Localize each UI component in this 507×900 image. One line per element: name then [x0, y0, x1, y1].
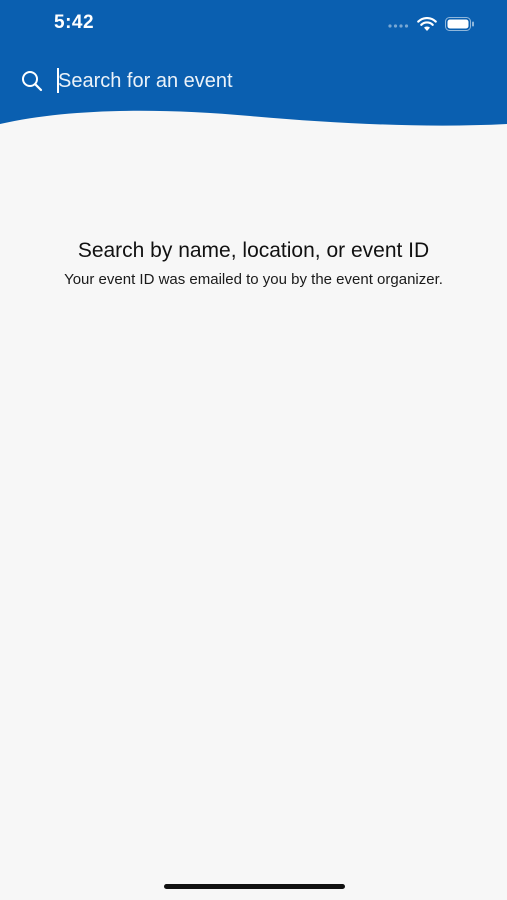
status-icons: [387, 14, 475, 34]
screen: 5:42 Search for an event Search by name,…: [0, 0, 507, 900]
battery-icon: [445, 17, 474, 31]
search-input[interactable]: [56, 64, 458, 98]
wifi-icon: [417, 16, 437, 31]
empty-state-title: Search by name, location, or event ID: [77, 239, 430, 262]
search-icon: [22, 71, 43, 92]
cellular-icon: [388, 24, 409, 28]
home-indicator[interactable]: [164, 884, 345, 889]
empty-state-subtitle: Your event ID was emailed to you by the …: [64, 271, 443, 288]
text-caret: [57, 68, 59, 93]
empty-state: Search by name, location, or event ID Yo…: [40, 238, 467, 290]
header: 5:42: [0, 0, 507, 130]
status-time: 5:42: [54, 12, 95, 33]
